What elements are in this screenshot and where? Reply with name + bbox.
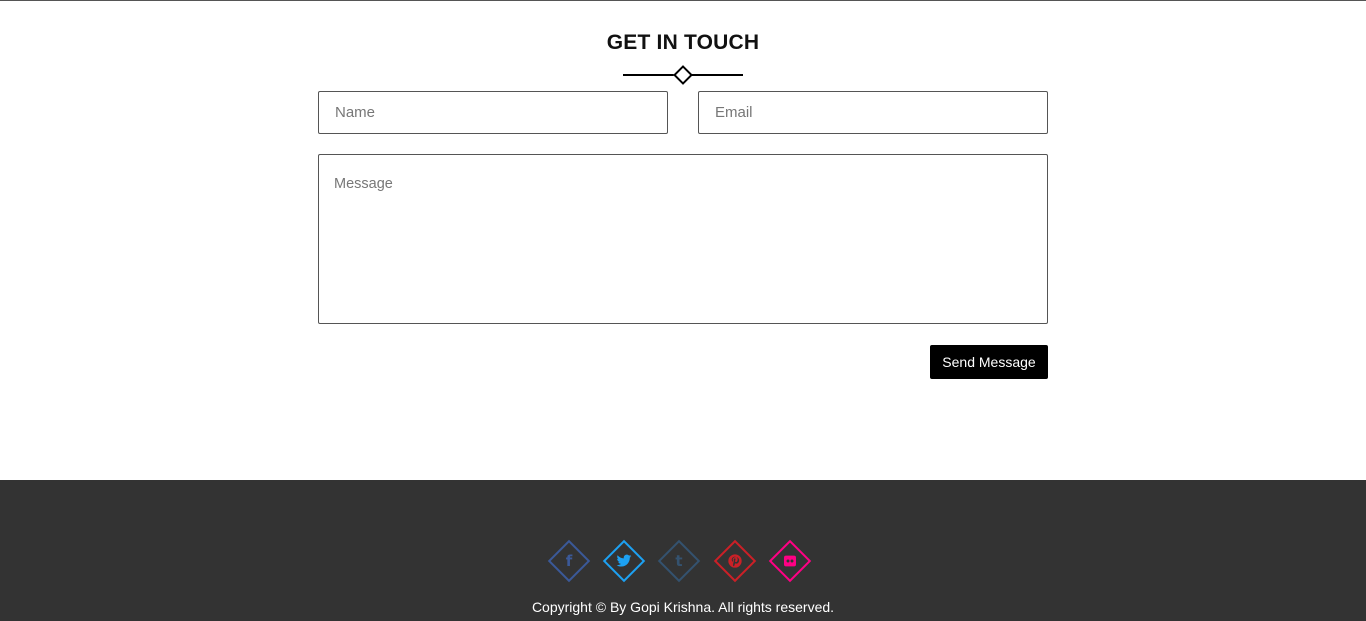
- copyright-text: Copyright © By Gopi Krishna. All rights …: [531, 599, 835, 615]
- email-input[interactable]: [698, 91, 1048, 134]
- flickr-link[interactable]: [768, 539, 812, 583]
- facebook-link[interactable]: f: [547, 539, 591, 583]
- divider-line-right: [691, 74, 743, 76]
- send-message-button[interactable]: Send Message: [930, 345, 1048, 379]
- message-textarea[interactable]: [318, 154, 1048, 324]
- facebook-icon: f: [565, 552, 573, 570]
- divider-line-left: [623, 74, 675, 76]
- title-divider: [623, 65, 743, 87]
- pinterest-icon: [728, 554, 742, 568]
- pinterest-link[interactable]: [713, 539, 757, 583]
- name-input[interactable]: [318, 91, 668, 134]
- tumblr-icon: t: [675, 552, 683, 570]
- tumblr-link[interactable]: t: [657, 539, 701, 583]
- social-links: f t: [0, 539, 1366, 583]
- diamond-icon: [673, 65, 693, 85]
- twitter-link[interactable]: [602, 539, 646, 583]
- twitter-icon: [616, 554, 632, 567]
- flickr-icon: [784, 555, 796, 567]
- footer: f t Copyright © By Gopi Krishna. All rig…: [0, 480, 1366, 621]
- section-title: GET IN TOUCH: [606, 31, 760, 54]
